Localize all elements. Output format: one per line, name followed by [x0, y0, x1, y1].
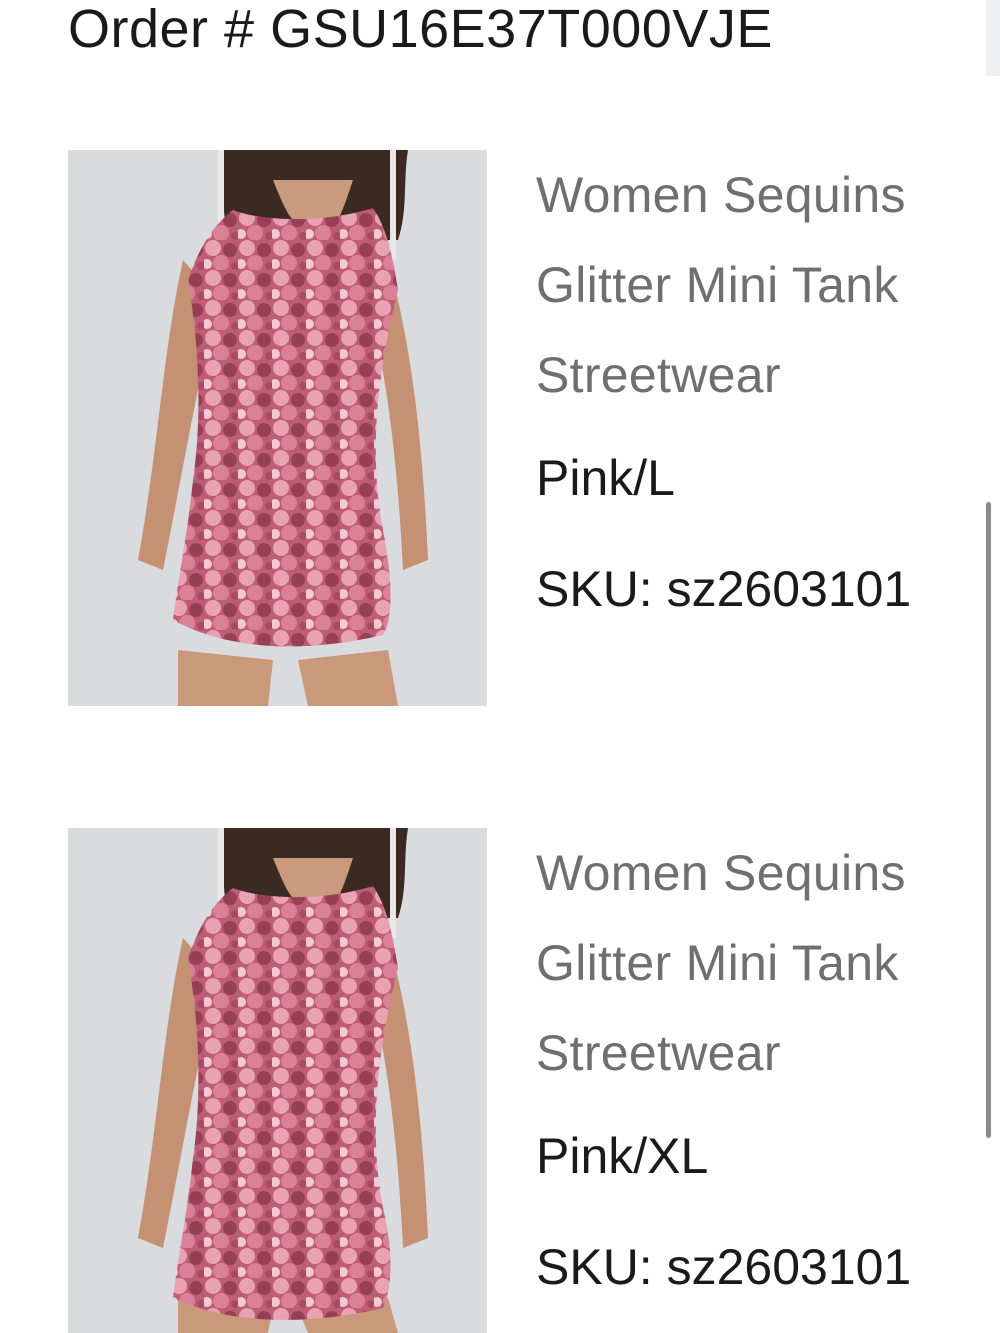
product-title-line: Women Sequins	[536, 845, 906, 901]
product-photo-icon	[68, 150, 487, 706]
product-title-line: Streetwear	[536, 347, 781, 403]
product-variant: Pink/XL	[536, 1128, 709, 1184]
product-title-line: Streetwear	[536, 1025, 781, 1081]
order-detail-page: Order # GSU16E37T000VJE Women Sequins Gl…	[0, 0, 1000, 1333]
vertical-scrollbar[interactable]	[986, 502, 991, 1138]
order-number-title: Order # GSU16E37T000VJE	[68, 0, 773, 59]
product-image[interactable]	[68, 828, 487, 1333]
product-photo-icon	[68, 828, 487, 1333]
product-title[interactable]: Women Sequins Glitter Mini Tank Streetwe…	[536, 828, 996, 1098]
product-title-line: Women Sequins	[536, 167, 906, 223]
order-item[interactable]: Women Sequins Glitter Mini Tank Streetwe…	[0, 150, 1000, 710]
product-details: Women Sequins Glitter Mini Tank Streetwe…	[536, 150, 996, 650]
product-sku: SKU: sz2603101	[536, 561, 912, 617]
product-title[interactable]: Women Sequins Glitter Mini Tank Streetwe…	[536, 150, 996, 420]
product-details: Women Sequins Glitter Mini Tank Streetwe…	[536, 828, 996, 1333]
product-sku: SKU: sz2603101	[536, 1239, 912, 1295]
product-image[interactable]	[68, 150, 487, 706]
order-item[interactable]: Women Sequins Glitter Mini Tank Streetwe…	[0, 828, 1000, 1333]
product-title-line: Glitter Mini Tank	[536, 257, 899, 313]
product-title-line: Glitter Mini Tank	[536, 935, 899, 991]
edge-tab	[986, 0, 1000, 76]
product-variant: Pink/L	[536, 450, 675, 506]
